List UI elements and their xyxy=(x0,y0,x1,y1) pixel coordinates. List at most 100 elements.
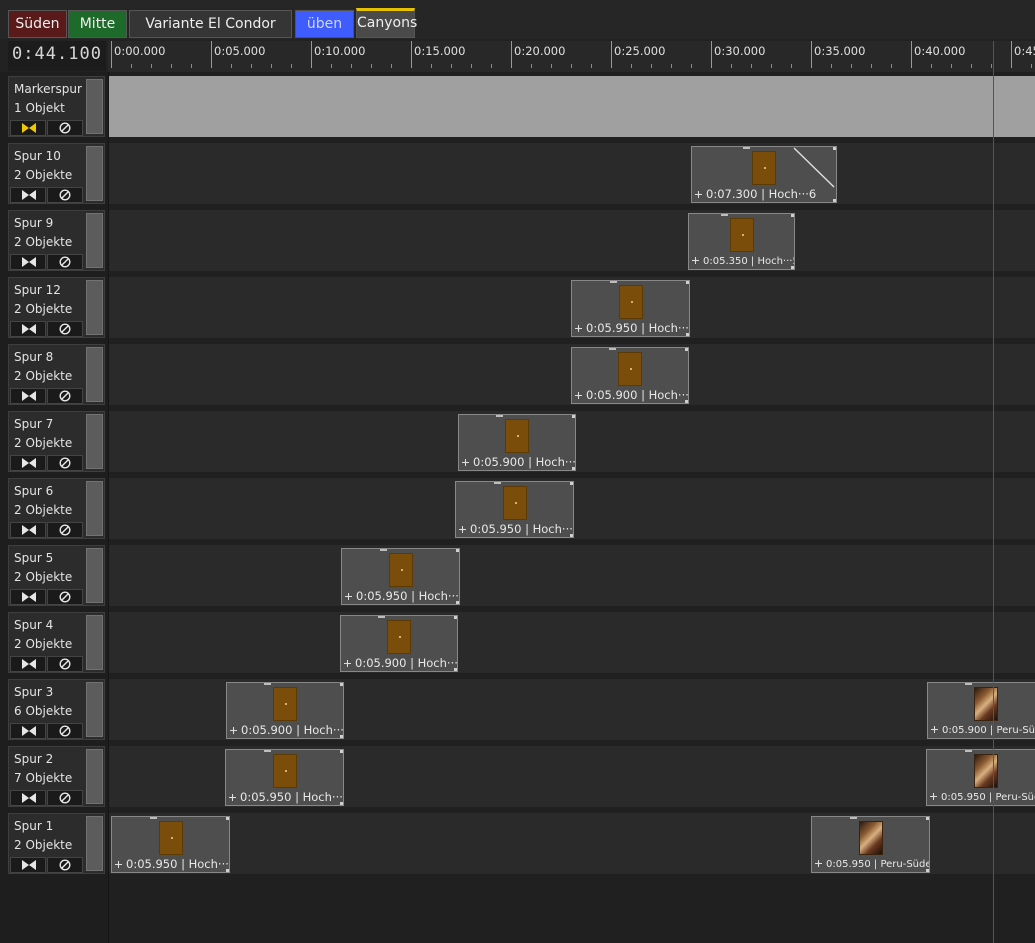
prohibited-icon[interactable] xyxy=(47,455,83,471)
photo-clip[interactable]: 0:05.900 | Peru-Süde... xyxy=(927,682,1035,739)
clip-trim-handle[interactable] xyxy=(609,348,616,350)
tab-üben[interactable]: üben xyxy=(295,10,354,38)
clip-trim-handle[interactable] xyxy=(743,147,750,149)
track-header[interactable]: Spur 5 2 Objekte xyxy=(8,545,105,606)
track-collapse-handle[interactable] xyxy=(86,548,103,603)
tab-variante-el-condor-pasa[interactable]: Variante El Condor Pasa xyxy=(129,10,292,58)
bowtie-icon[interactable] xyxy=(10,723,46,739)
clip-corner-handle[interactable] xyxy=(570,482,573,485)
bowtie-icon[interactable] xyxy=(10,388,46,404)
bowtie-icon[interactable] xyxy=(10,522,46,538)
media-clip[interactable]: 0:05.950 | Hoch···1 xyxy=(111,816,230,873)
clip-trim-handle[interactable] xyxy=(609,281,617,283)
tab-canyons[interactable]: Canyons xyxy=(356,8,417,38)
clip-trim-handle[interactable] xyxy=(493,482,501,484)
clip-corner-handle[interactable] xyxy=(572,415,575,418)
track-collapse-handle[interactable] xyxy=(86,347,103,402)
clip-trim-handle[interactable] xyxy=(379,549,387,551)
track-lane[interactable] xyxy=(109,545,1035,606)
marker-lane[interactable] xyxy=(109,76,1035,137)
media-clip[interactable]: 0:05.900 | Hoch···2 xyxy=(340,615,458,672)
track-header[interactable]: Spur 3 6 Objekte xyxy=(8,679,105,740)
clip-corner-handle[interactable] xyxy=(340,683,343,686)
clip-trim-handle[interactable] xyxy=(849,817,857,819)
photo-clip[interactable]: 0:05.950 | Peru-Süde... xyxy=(926,749,1035,806)
prohibited-icon[interactable] xyxy=(47,522,83,538)
bowtie-icon[interactable] xyxy=(10,656,46,672)
bowtie-icon[interactable] xyxy=(10,589,46,605)
clip-corner-handle[interactable] xyxy=(340,750,343,753)
track-header[interactable]: Spur 2 7 Objekte xyxy=(8,746,105,807)
prohibited-icon[interactable] xyxy=(47,187,83,203)
prohibited-icon[interactable] xyxy=(47,254,83,270)
bowtie-icon[interactable] xyxy=(10,455,46,471)
track-collapse-handle[interactable] xyxy=(86,749,103,804)
prohibited-icon[interactable] xyxy=(47,790,83,806)
clip-corner-handle[interactable] xyxy=(686,281,689,284)
photo-clip[interactable]: 0:05.950 | Peru-Süde... xyxy=(811,816,930,873)
bowtie-icon[interactable] xyxy=(10,790,46,806)
clip-trim-handle[interactable] xyxy=(965,683,972,685)
track-collapse-handle[interactable] xyxy=(86,682,103,737)
clip-trim-handle[interactable] xyxy=(496,415,503,417)
track-collapse-handle[interactable] xyxy=(86,213,103,268)
clip-trim-handle[interactable] xyxy=(264,683,271,685)
media-clip[interactable]: 0:07.300 | Hoch···6 xyxy=(691,146,837,203)
track-lane[interactable] xyxy=(109,612,1035,673)
bowtie-icon[interactable] xyxy=(10,857,46,873)
clip-corner-handle[interactable] xyxy=(685,348,688,351)
track-collapse-handle[interactable] xyxy=(86,481,103,536)
media-clip[interactable]: 0:05.350 | Hoch···5 xyxy=(688,213,795,270)
bowtie-icon[interactable] xyxy=(10,254,46,270)
time-ruler[interactable]: 0:00.000 0:05.000 0:10.000 0:15.000 0:20.000… xyxy=(108,41,1035,72)
clip-corner-handle[interactable] xyxy=(833,199,836,202)
clip-trim-handle[interactable] xyxy=(378,616,385,618)
media-clip[interactable]: 0:05.950 | Hoch···3 xyxy=(341,548,460,605)
track-collapse-handle[interactable] xyxy=(86,280,103,335)
clip-corner-handle[interactable] xyxy=(454,616,457,619)
track-lane[interactable] xyxy=(109,143,1035,204)
track-lane[interactable] xyxy=(109,210,1035,271)
prohibited-icon[interactable] xyxy=(47,388,83,404)
track-header[interactable]: Spur 12 2 Objekte xyxy=(8,277,105,338)
tab-mitte[interactable]: Mitte xyxy=(68,10,127,38)
bowtie-icon[interactable] xyxy=(10,187,46,203)
track-header[interactable]: Spur 10 2 Objekte xyxy=(8,143,105,204)
track-header[interactable]: Spur 4 2 Objekte xyxy=(8,612,105,673)
prohibited-icon[interactable] xyxy=(47,120,83,136)
media-clip[interactable]: 0:05.950 | Hoch···5 xyxy=(571,280,690,337)
clip-corner-handle[interactable] xyxy=(226,817,229,820)
media-clip[interactable]: 0:05.950 | Hoch···1 xyxy=(225,749,344,806)
track-header[interactable]: Spur 1 2 Objekte xyxy=(8,813,105,874)
clip-trim-handle[interactable] xyxy=(720,214,728,216)
media-clip[interactable]: 0:05.950 | Hoch···3 xyxy=(455,481,574,538)
track-header[interactable]: Spur 9 2 Objekte xyxy=(8,210,105,271)
track-header[interactable]: Markerspur 1 Objekt xyxy=(8,76,105,137)
tab-süden[interactable]: Süden xyxy=(8,10,67,38)
clip-corner-handle[interactable] xyxy=(456,549,459,552)
prohibited-icon[interactable] xyxy=(47,589,83,605)
fade-out-line[interactable] xyxy=(792,147,836,189)
track-header[interactable]: Spur 8 2 Objekte xyxy=(8,344,105,405)
prohibited-icon[interactable] xyxy=(47,656,83,672)
timeline-area[interactable]: 0:07.300 | Hoch···6 0:05.350 | Hoch···5 0:… xyxy=(109,72,1035,943)
track-header[interactable]: Spur 7 2 Objekte xyxy=(8,411,105,472)
media-clip[interactable]: 0:05.900 | Hoch···4 xyxy=(571,347,689,404)
track-header[interactable]: Spur 6 2 Objekte xyxy=(8,478,105,539)
playhead[interactable] xyxy=(993,41,994,943)
bowtie-icon[interactable] xyxy=(10,321,46,337)
clip-corner-handle[interactable] xyxy=(791,214,794,217)
clip-corner-handle[interactable] xyxy=(926,817,929,820)
bowtie-icon[interactable] xyxy=(10,120,46,136)
clip-trim-handle[interactable] xyxy=(964,750,972,752)
track-collapse-handle[interactable] xyxy=(86,79,103,134)
media-clip[interactable]: 0:05.900 | Hoch···4 xyxy=(458,414,576,471)
media-clip[interactable]: 0:05.900 | Hoch···2 xyxy=(226,682,344,739)
clip-trim-handle[interactable] xyxy=(149,817,157,819)
track-collapse-handle[interactable] xyxy=(86,816,103,871)
track-collapse-handle[interactable] xyxy=(86,146,103,201)
track-collapse-handle[interactable] xyxy=(86,414,103,469)
prohibited-icon[interactable] xyxy=(47,857,83,873)
clip-trim-handle[interactable] xyxy=(263,750,271,752)
prohibited-icon[interactable] xyxy=(47,723,83,739)
